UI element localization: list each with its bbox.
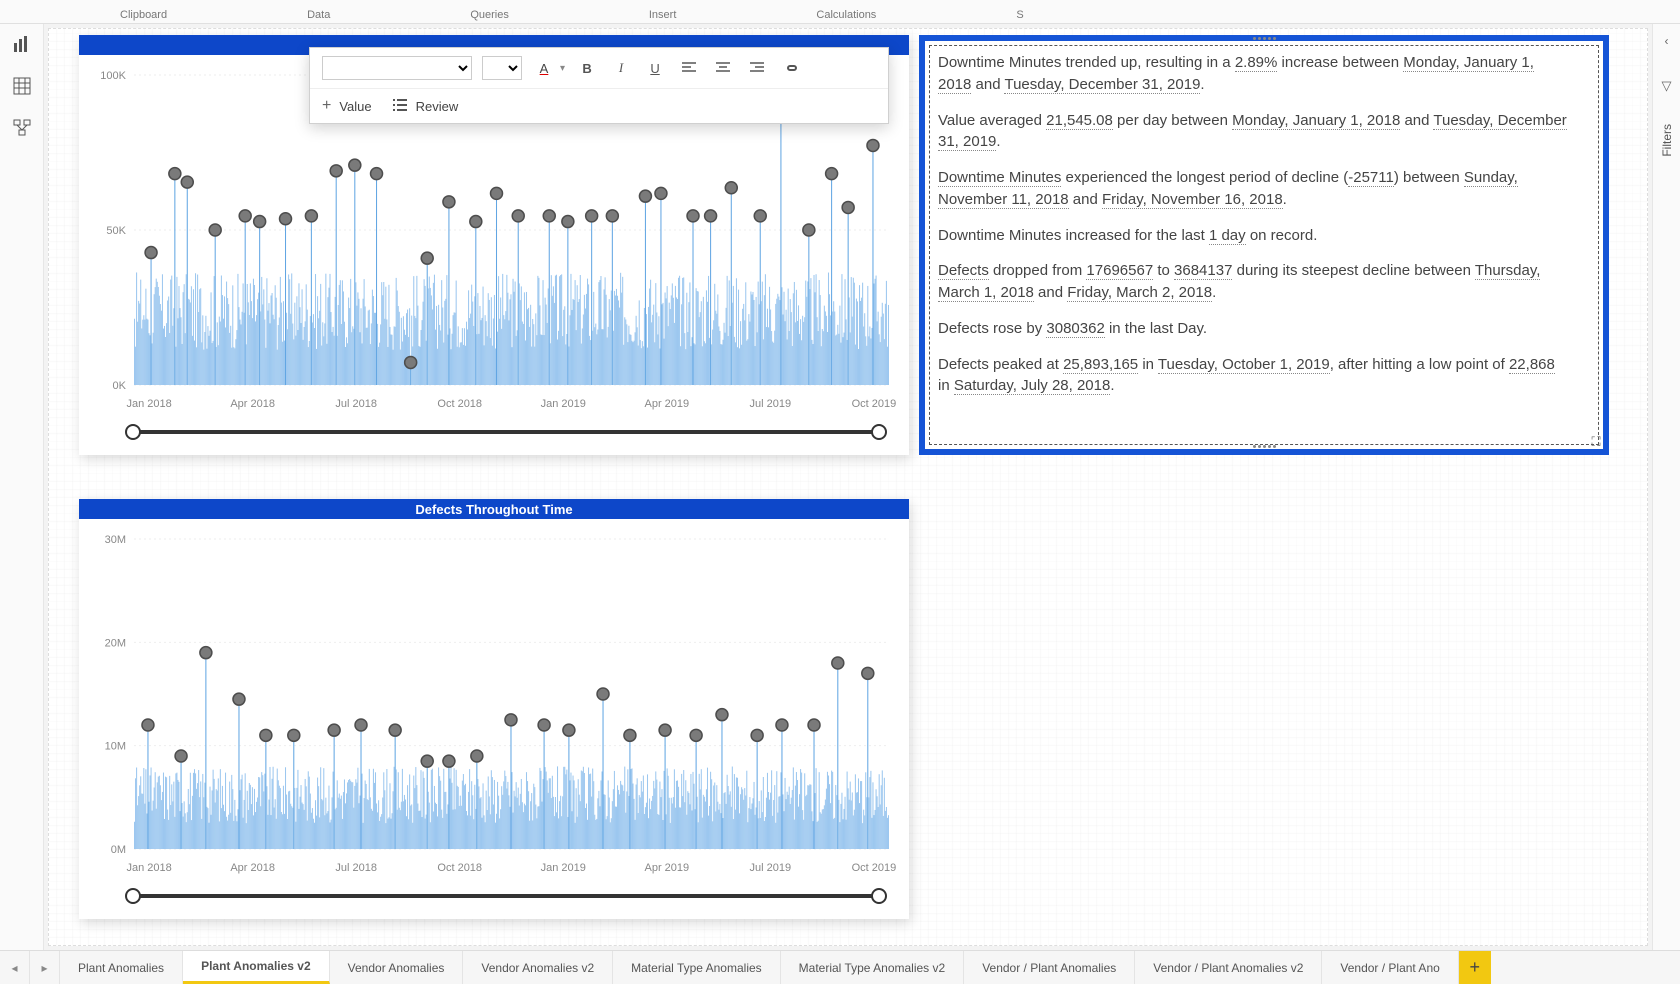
drag-grip-bottom[interactable] bbox=[1244, 445, 1284, 453]
svg-text:Apr 2018: Apr 2018 bbox=[230, 398, 275, 410]
narrative-line: Defects rose by 3080362 in the last Day. bbox=[938, 318, 1570, 340]
page-tabs-bar: ◂ ▸ Plant AnomaliesPlant Anomalies v2Ven… bbox=[0, 950, 1680, 984]
tabs-scroll-right[interactable]: ▸ bbox=[30, 951, 60, 984]
plus-icon: + bbox=[322, 97, 331, 115]
focus-mode-icon[interactable]: ⛶ bbox=[1587, 433, 1605, 451]
svg-text:100K: 100K bbox=[100, 70, 126, 82]
text-format-toolbar[interactable]: A ▾ B I U + Value Review bbox=[309, 47, 889, 124]
align-center-button[interactable] bbox=[711, 56, 735, 80]
svg-text:Apr 2018: Apr 2018 bbox=[230, 862, 275, 874]
chart2-title-bar: Defects Throughout Time bbox=[79, 499, 909, 519]
page-tab[interactable]: Vendor / Plant Anomalies bbox=[964, 951, 1135, 984]
italic-button[interactable]: I bbox=[609, 56, 633, 80]
ribbon-group: Queries bbox=[400, 9, 579, 23]
ribbon-group: Insert bbox=[579, 9, 747, 23]
model-view-icon[interactable] bbox=[12, 118, 32, 138]
svg-text:Oct 2018: Oct 2018 bbox=[437, 862, 482, 874]
svg-text:20M: 20M bbox=[105, 637, 126, 649]
slider-handle-start[interactable] bbox=[125, 424, 141, 440]
slider-handle-end[interactable] bbox=[871, 424, 887, 440]
narrative-line: Downtime Minutes increased for the last … bbox=[938, 225, 1570, 247]
tabs-scroll-left[interactable]: ◂ bbox=[0, 951, 30, 984]
narrative-line: Defects dropped from 17696567 to 3684137… bbox=[938, 260, 1570, 304]
page-tab[interactable]: Vendor Anomalies v2 bbox=[463, 951, 613, 984]
svg-text:30M: 30M bbox=[105, 534, 126, 546]
align-right-button[interactable] bbox=[745, 56, 769, 80]
svg-text:Oct 2018: Oct 2018 bbox=[437, 398, 482, 410]
filter-icon: ▽ bbox=[1662, 78, 1672, 94]
ribbon-group: Data bbox=[237, 9, 400, 23]
svg-text:Jul 2019: Jul 2019 bbox=[750, 398, 792, 410]
svg-text:50K: 50K bbox=[106, 225, 126, 237]
drag-grip-top[interactable] bbox=[1244, 37, 1284, 45]
filters-label: Filters bbox=[1660, 124, 1674, 157]
chart1-date-slider[interactable] bbox=[133, 421, 879, 443]
page-tab[interactable]: Plant Anomalies v2 bbox=[183, 951, 330, 984]
narrative-line: Defects peaked at 25,893,165 in Tuesday,… bbox=[938, 354, 1570, 398]
svg-text:Jul 2018: Jul 2018 bbox=[335, 862, 377, 874]
chart2-svg: 0M 10M 20M 30M Jan 2018 Apr 2018 Jul 2018 Oct 2… bbox=[79, 519, 909, 879]
font-size-select[interactable] bbox=[482, 56, 522, 80]
left-nav bbox=[0, 24, 44, 984]
narrative-line: Value averaged 21,545.08 per day between… bbox=[938, 110, 1570, 154]
narrative-line: Downtime Minutes trended up, resulting i… bbox=[938, 52, 1570, 96]
svg-text:0K: 0K bbox=[113, 380, 127, 392]
list-icon bbox=[392, 98, 408, 115]
ribbon-group: S bbox=[946, 9, 1093, 23]
review-label: Review bbox=[416, 99, 459, 114]
svg-text:Jan 2018: Jan 2018 bbox=[126, 398, 171, 410]
expand-pane-icon[interactable]: ‹ bbox=[1665, 34, 1669, 48]
svg-text:Apr 2019: Apr 2019 bbox=[644, 862, 689, 874]
add-page-button[interactable]: + bbox=[1459, 951, 1491, 984]
svg-text:Jul 2018: Jul 2018 bbox=[335, 398, 377, 410]
data-view-icon[interactable] bbox=[12, 76, 32, 96]
add-value-label: Value bbox=[339, 99, 371, 114]
svg-text:Oct 2019: Oct 2019 bbox=[852, 398, 897, 410]
page-tab[interactable]: Plant Anomalies bbox=[60, 951, 183, 984]
svg-text:Jan 2019: Jan 2019 bbox=[541, 862, 586, 874]
narrative-text-area[interactable]: Downtime Minutes trended up, resulting i… bbox=[929, 45, 1599, 445]
smart-narrative-visual[interactable]: Downtime Minutes trended up, resulting i… bbox=[919, 35, 1609, 455]
slider-handle-start[interactable] bbox=[125, 888, 141, 904]
chevron-down-icon[interactable]: ▾ bbox=[560, 63, 565, 74]
report-canvas[interactable]: 0K 50K 100K Jan 2018 Apr 2018 Jul 2018 Oct 201… bbox=[48, 28, 1648, 946]
font-color-button[interactable]: A bbox=[532, 56, 556, 80]
slider-track bbox=[133, 894, 879, 898]
svg-text:Jan 2019: Jan 2019 bbox=[541, 398, 586, 410]
slider-track bbox=[133, 430, 879, 434]
svg-text:Oct 2019: Oct 2019 bbox=[852, 862, 897, 874]
align-left-button[interactable] bbox=[677, 56, 701, 80]
svg-text:Jul 2019: Jul 2019 bbox=[750, 862, 792, 874]
filters-pane-collapsed[interactable]: ‹ ▽ Filters bbox=[1652, 24, 1680, 950]
svg-text:Apr 2019: Apr 2019 bbox=[644, 398, 689, 410]
ribbon-group: Calculations bbox=[746, 9, 946, 23]
page-tab[interactable]: Vendor Anomalies bbox=[330, 951, 464, 984]
bold-button[interactable]: B bbox=[575, 56, 599, 80]
add-value-button[interactable]: + Value bbox=[322, 97, 372, 115]
svg-text:10M: 10M bbox=[105, 741, 126, 753]
narrative-line: Downtime Minutes experienced the longest… bbox=[938, 167, 1570, 211]
chart-defects[interactable]: Defects Throughout Time 0M 10M 20M 30M Jan 2… bbox=[79, 499, 909, 919]
format-row-1: A ▾ B I U bbox=[310, 48, 888, 89]
underline-button[interactable]: U bbox=[643, 56, 667, 80]
page-tab[interactable]: Material Type Anomalies bbox=[613, 951, 781, 984]
font-family-select[interactable] bbox=[322, 56, 472, 80]
ribbon-group-row: Clipboard Data Queries Insert Calculatio… bbox=[0, 0, 1680, 24]
link-button[interactable] bbox=[779, 56, 803, 80]
chart2-plot[interactable]: 0M 10M 20M 30M Jan 2018 Apr 2018 Jul 2018 Oct 2… bbox=[79, 519, 909, 879]
page-tab[interactable]: Vendor / Plant Ano bbox=[1322, 951, 1458, 984]
page-tab[interactable]: Vendor / Plant Anomalies v2 bbox=[1135, 951, 1322, 984]
svg-text:0M: 0M bbox=[111, 844, 126, 856]
svg-text:Jan 2018: Jan 2018 bbox=[126, 862, 171, 874]
chart2-date-slider[interactable] bbox=[133, 885, 879, 907]
slider-handle-end[interactable] bbox=[871, 888, 887, 904]
report-canvas-outer: 0K 50K 100K Jan 2018 Apr 2018 Jul 2018 Oct 201… bbox=[44, 24, 1652, 950]
report-view-icon[interactable] bbox=[12, 34, 32, 54]
format-row-2: + Value Review bbox=[310, 89, 888, 123]
page-tab[interactable]: Material Type Anomalies v2 bbox=[781, 951, 965, 984]
ribbon-group: Clipboard bbox=[50, 9, 237, 23]
review-button[interactable]: Review bbox=[392, 98, 459, 115]
